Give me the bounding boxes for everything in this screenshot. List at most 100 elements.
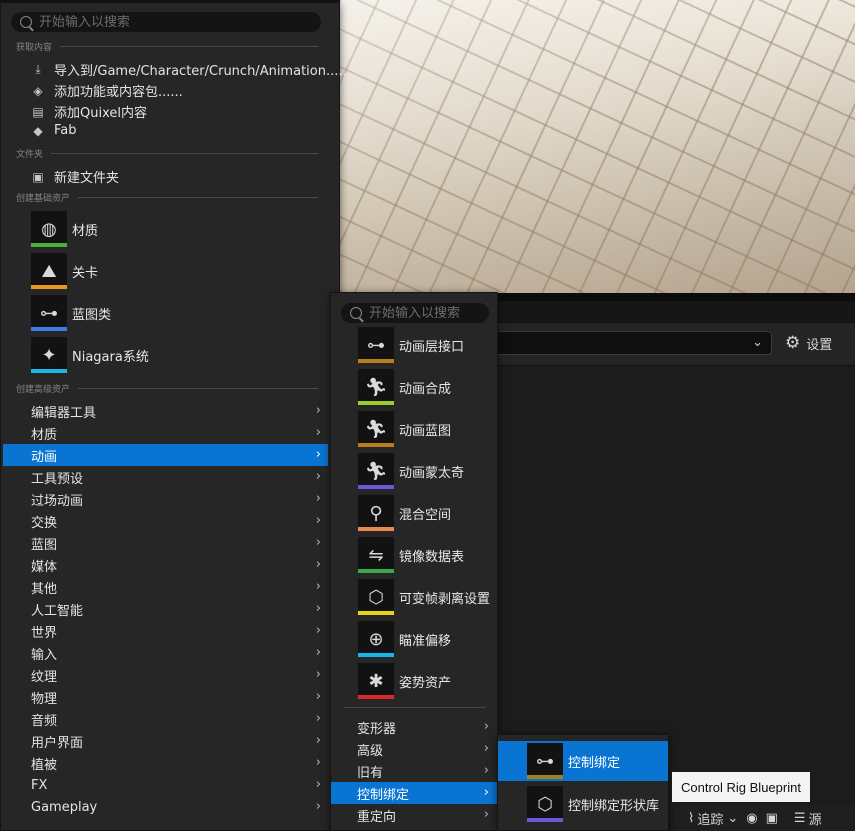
chevron-right-icon: › (315, 403, 321, 418)
chevron-right-icon: › (315, 667, 321, 682)
chevron-right-icon: › (315, 777, 321, 792)
subcategory-deformers[interactable]: 变形器 › (331, 716, 497, 738)
subcategory-retargeting[interactable]: 重定向 › (331, 804, 497, 826)
anim-layer-interface-icon: ⊶ (358, 327, 394, 363)
chevron-right-icon: › (483, 763, 489, 778)
trace-icon: ⌇ (688, 811, 695, 826)
add-asset-menu: 获取内容 ⤓导入到/Game/Character/Crunch/Animatio… (0, 2, 347, 831)
category-editor-tools[interactable]: 编辑器工具 › (3, 400, 328, 422)
chevron-right-icon: › (315, 755, 321, 770)
camera-icon[interactable]: ▣ (766, 811, 778, 826)
chevron-right-icon: › (315, 447, 321, 462)
list-icon: ☰ (793, 811, 806, 826)
aim-offset-icon: ⊕ (358, 621, 394, 657)
submenu-search-box[interactable] (341, 303, 489, 323)
level-icon: ⛰ (31, 253, 67, 289)
chevron-right-icon: › (315, 601, 321, 616)
anim-asset-frame-strip[interactable]: ⬡ 可变帧剥离设置 (358, 579, 490, 615)
search-icon (20, 16, 32, 28)
chevron-right-icon: › (315, 645, 321, 660)
category-user-interface[interactable]: 用户界面 › (3, 730, 328, 752)
category-audio[interactable]: 音频 › (3, 708, 328, 730)
import-item[interactable]: ⤓ 导入到/Game/Character/Crunch/Animation....… (31, 60, 346, 79)
anim-asset-composite[interactable]: 🏃︎ 动画蒙太奇 (358, 453, 464, 489)
content-pack-icon: ◈ (33, 83, 43, 98)
anim-montage-icon: 🏃︎ (358, 369, 394, 405)
blend-space-icon: ⚲ (358, 495, 394, 531)
control-rig-shape-library-item[interactable]: ⬡ 控制绑定形状库 (498, 784, 668, 824)
chevron-right-icon: › (483, 807, 489, 822)
level-viewport[interactable] (340, 0, 855, 293)
anim-blueprint-icon: 🏃︎ (358, 411, 394, 447)
category-tool-presets[interactable]: 工具预设 › (3, 466, 328, 488)
fab-icon: ◆ (33, 123, 43, 138)
menu-search-box[interactable] (11, 12, 321, 32)
basic-asset-level[interactable]: ⛰ 关卡 (31, 253, 98, 289)
basic-asset-material[interactable]: ◍ 材质 (31, 211, 98, 247)
category-media[interactable]: 媒体 › (3, 554, 328, 576)
anim-asset-pose[interactable]: ✱ 姿势资产 (358, 663, 451, 699)
chevron-right-icon: › (315, 513, 321, 528)
record-icon[interactable]: ◉ (746, 811, 757, 826)
anim-asset-montage[interactable]: 🏃︎ 动画合成 (358, 369, 451, 405)
shape-library-icon: ⬡ (527, 786, 563, 822)
category-misc[interactable]: 其他 › (3, 576, 328, 598)
anim-asset-layer-interface[interactable]: ⊶ 动画层接口 (358, 327, 464, 363)
control-rig-icon: ⊶ (527, 743, 563, 779)
chevron-right-icon: › (315, 535, 321, 550)
section-advanced-assets: 创建高级资产 (16, 382, 318, 395)
category-texture[interactable]: 纹理 › (3, 664, 328, 686)
tooltip: Control Rig Blueprint (671, 771, 811, 803)
category-interchange[interactable]: 交换 › (3, 510, 328, 532)
category-gameplay[interactable]: Gameplay › (3, 796, 328, 818)
pose-asset-icon: ✱ (358, 663, 394, 699)
subcategory-legacy[interactable]: 旧有 › (331, 760, 497, 782)
category-world[interactable]: 世界 › (3, 620, 328, 642)
submenu-search-input[interactable] (369, 305, 484, 321)
basic-asset-blueprint[interactable]: ⊶ 蓝图类 (31, 295, 111, 331)
anim-asset-blend-space[interactable]: ⚲ 混合空间 (358, 495, 451, 531)
import-icon: ⤓ (35, 62, 41, 76)
new-folder-item[interactable]: ▣ 新建文件夹 (31, 167, 119, 187)
anim-asset-mirror-table[interactable]: ⇋ 镜像数据表 (358, 537, 464, 573)
chevron-down-icon: ⌄ (727, 811, 739, 826)
add-content-pack-item[interactable]: ◈ 添加功能或内容包...... (31, 81, 182, 101)
category-input[interactable]: 输入 › (3, 642, 328, 664)
category-cinematics[interactable]: 过场动画 › (3, 488, 328, 510)
material-icon: ◍ (31, 211, 67, 247)
chevron-right-icon: › (315, 711, 321, 726)
search-input[interactable] (39, 14, 279, 30)
new-folder-icon: ▣ (32, 169, 44, 184)
anim-asset-blueprint[interactable]: 🏃︎ 动画蓝图 (358, 411, 451, 447)
chevron-right-icon: › (315, 689, 321, 704)
category-animation[interactable]: 动画 › (3, 444, 328, 466)
anim-composite-icon: 🏃︎ (358, 453, 394, 489)
subcategory-advanced[interactable]: 高级 › (331, 738, 497, 760)
control-rig-item[interactable]: ⊶ 控制绑定 (498, 741, 668, 781)
category-ai[interactable]: 人工智能 › (3, 598, 328, 620)
anim-asset-aim-offset[interactable]: ⊕ 瞄准偏移 (358, 621, 451, 657)
category-physics[interactable]: 物理 › (3, 686, 328, 708)
add-quixel-item[interactable]: ▤ 添加Quixel内容 (31, 102, 147, 122)
category-fx[interactable]: FX › (3, 774, 328, 796)
search-icon (350, 307, 362, 319)
section-get-content: 获取内容 (16, 40, 318, 53)
source-control-button[interactable]: ☰ 源 (794, 809, 822, 828)
blueprint-icon: ⊶ (31, 295, 67, 331)
settings-button[interactable]: ⚙ 设置 (785, 333, 832, 353)
path-dropdown[interactable]: ⌄ (492, 331, 772, 355)
section-basic-assets: 创建基础资产 (16, 191, 318, 204)
menu-divider (344, 707, 486, 708)
settings-label: 设置 (806, 337, 833, 353)
fab-item[interactable]: ◆ Fab (31, 123, 76, 138)
basic-asset-niagara[interactable]: ✦ Niagara系统 (31, 337, 149, 373)
category-material[interactable]: 材质 › (3, 422, 328, 444)
chevron-right-icon: › (315, 623, 321, 638)
trace-button[interactable]: ⌇ 追踪 ⌄ (688, 809, 738, 828)
category-blueprint[interactable]: 蓝图 › (3, 532, 328, 554)
chevron-down-icon: ⌄ (752, 335, 763, 350)
chevron-right-icon: › (315, 579, 321, 594)
category-foliage[interactable]: 植被 › (3, 752, 328, 774)
mirror-table-icon: ⇋ (358, 537, 394, 573)
subcategory-control-rig[interactable]: 控制绑定 › (331, 782, 497, 804)
